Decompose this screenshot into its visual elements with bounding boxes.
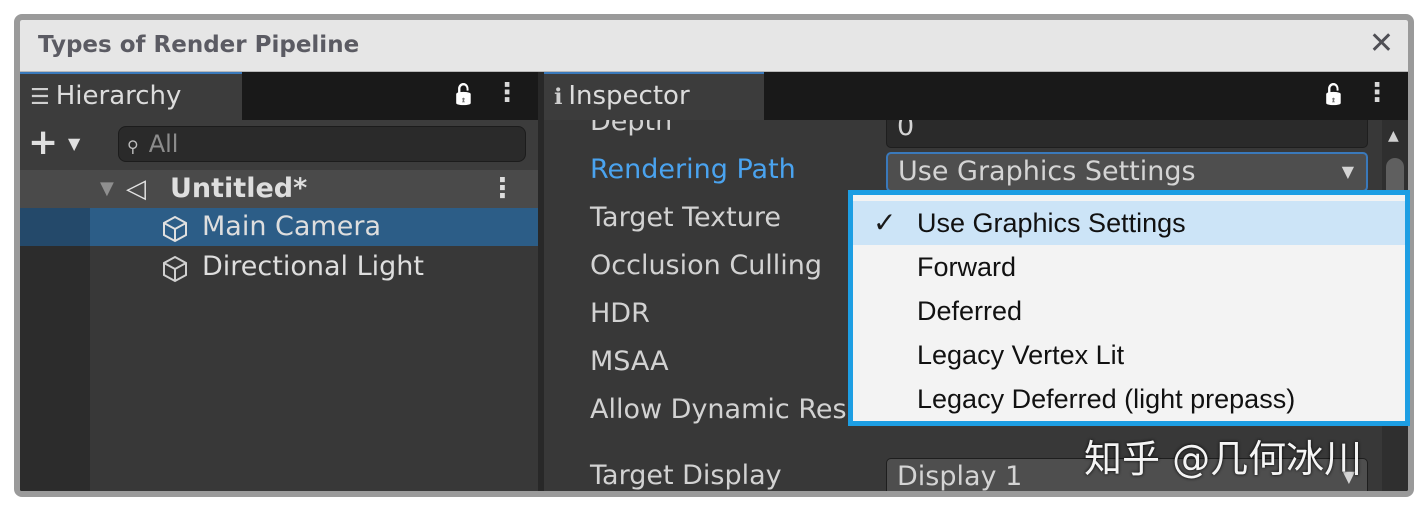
scene-menu-icon[interactable]: ⋮: [489, 170, 516, 208]
menu-item-label: Forward: [917, 252, 1017, 282]
scene-label: Untitled*: [170, 173, 308, 204]
tab-hierarchy[interactable]: ☰ Hierarchy: [20, 72, 242, 120]
menu-item-forward[interactable]: Forward: [853, 245, 1405, 289]
menu-item-deferred[interactable]: Deferred: [853, 289, 1405, 333]
list-item-directional-light[interactable]: Directional Light: [20, 248, 538, 286]
gameobject-cube-icon: [163, 215, 187, 243]
rendering-path-label: Rendering Path: [590, 154, 796, 185]
kebab-menu-icon[interactable]: ⋮: [494, 78, 520, 108]
search-placeholder: All: [148, 130, 179, 158]
gameobject-cube-icon: [163, 255, 187, 283]
menu-item-label: Legacy Deferred (light prepass): [917, 384, 1296, 414]
menu-item-label: Use Graphics Settings: [917, 208, 1186, 238]
menu-item-legacy-deferred[interactable]: Legacy Deferred (light prepass): [853, 377, 1405, 421]
list-item-label: Directional Light: [202, 251, 424, 282]
allow-dynamic-res-label: Allow Dynamic Res: [590, 394, 847, 425]
menu-item-label: Deferred: [917, 296, 1023, 326]
rendering-path-menu: ✓ Use Graphics Settings Forward Deferred…: [848, 190, 1410, 426]
depth-label: Depth: [590, 120, 673, 137]
list-item-label: Main Camera: [202, 211, 381, 242]
hierarchy-toolbar: + ▼ ⚲ All: [20, 120, 538, 170]
target-texture-label: Target Texture: [590, 202, 781, 233]
close-icon[interactable]: ✕: [1369, 28, 1394, 60]
scroll-up-icon[interactable]: ▲: [1388, 128, 1399, 144]
rendering-path-dropdown[interactable]: Use Graphics Settings ▼: [886, 152, 1368, 192]
check-icon: ✓: [873, 207, 897, 238]
info-icon: ℹ: [554, 85, 563, 110]
hierarchy-tabstrip: ☰ Hierarchy 🔓 ⋮: [20, 72, 538, 120]
hdr-label: HDR: [590, 298, 650, 329]
kebab-menu-icon[interactable]: ⋮: [1364, 78, 1390, 108]
tab-hierarchy-label: Hierarchy: [55, 81, 182, 111]
lock-icon[interactable]: 🔓: [451, 82, 476, 106]
scene-row[interactable]: ▼ ◁ Untitled* ⋮: [20, 170, 538, 208]
tab-inspector-label: Inspector: [568, 81, 690, 111]
target-display-label: Target Display: [590, 460, 782, 491]
hierarchy-tree: ▼ ◁ Untitled* ⋮ Main Camera Directional …: [20, 170, 538, 491]
search-input[interactable]: ⚲ All: [118, 126, 526, 162]
watermark: 知乎 @几何冰川: [1084, 437, 1363, 481]
unity-scene-icon: ◁: [126, 174, 146, 204]
title-bar: Types of Render Pipeline ✕: [20, 20, 1408, 72]
inspector-tabstrip: ℹ Inspector 🔓 ⋮: [544, 72, 1408, 120]
menu-item-legacy-vertex-lit[interactable]: Legacy Vertex Lit: [853, 333, 1405, 377]
msaa-label: MSAA: [590, 346, 669, 377]
expand-triangle-icon[interactable]: ▼: [100, 170, 114, 208]
rendering-path-value: Use Graphics Settings: [898, 156, 1196, 187]
list-icon: ☰: [30, 85, 50, 110]
tab-inspector[interactable]: ℹ Inspector: [544, 72, 764, 120]
depth-field[interactable]: 0: [886, 120, 1368, 148]
menu-item-label: Legacy Vertex Lit: [917, 340, 1125, 370]
search-icon: ⚲: [127, 137, 139, 156]
target-display-value: Display 1: [897, 461, 1023, 492]
selection-gutter: [20, 208, 90, 246]
hierarchy-tab-tools: 🔓 ⋮: [433, 78, 520, 108]
lock-icon[interactable]: 🔓: [1321, 82, 1346, 106]
inspector-tab-tools: 🔓 ⋮: [1303, 78, 1390, 108]
add-button[interactable]: +: [28, 122, 58, 163]
hierarchy-panel: ☰ Hierarchy 🔓 ⋮ + ▼ ⚲ All ▼ ◁ Untitled* ⋮: [20, 72, 538, 491]
occlusion-culling-label: Occlusion Culling: [590, 250, 823, 281]
chevron-down-icon[interactable]: ▼: [68, 134, 80, 153]
window-title: Types of Render Pipeline: [38, 32, 360, 58]
menu-item-use-graphics-settings[interactable]: ✓ Use Graphics Settings: [853, 201, 1405, 245]
chevron-down-icon: ▼: [1341, 162, 1354, 181]
list-item-main-camera[interactable]: Main Camera: [20, 208, 538, 246]
